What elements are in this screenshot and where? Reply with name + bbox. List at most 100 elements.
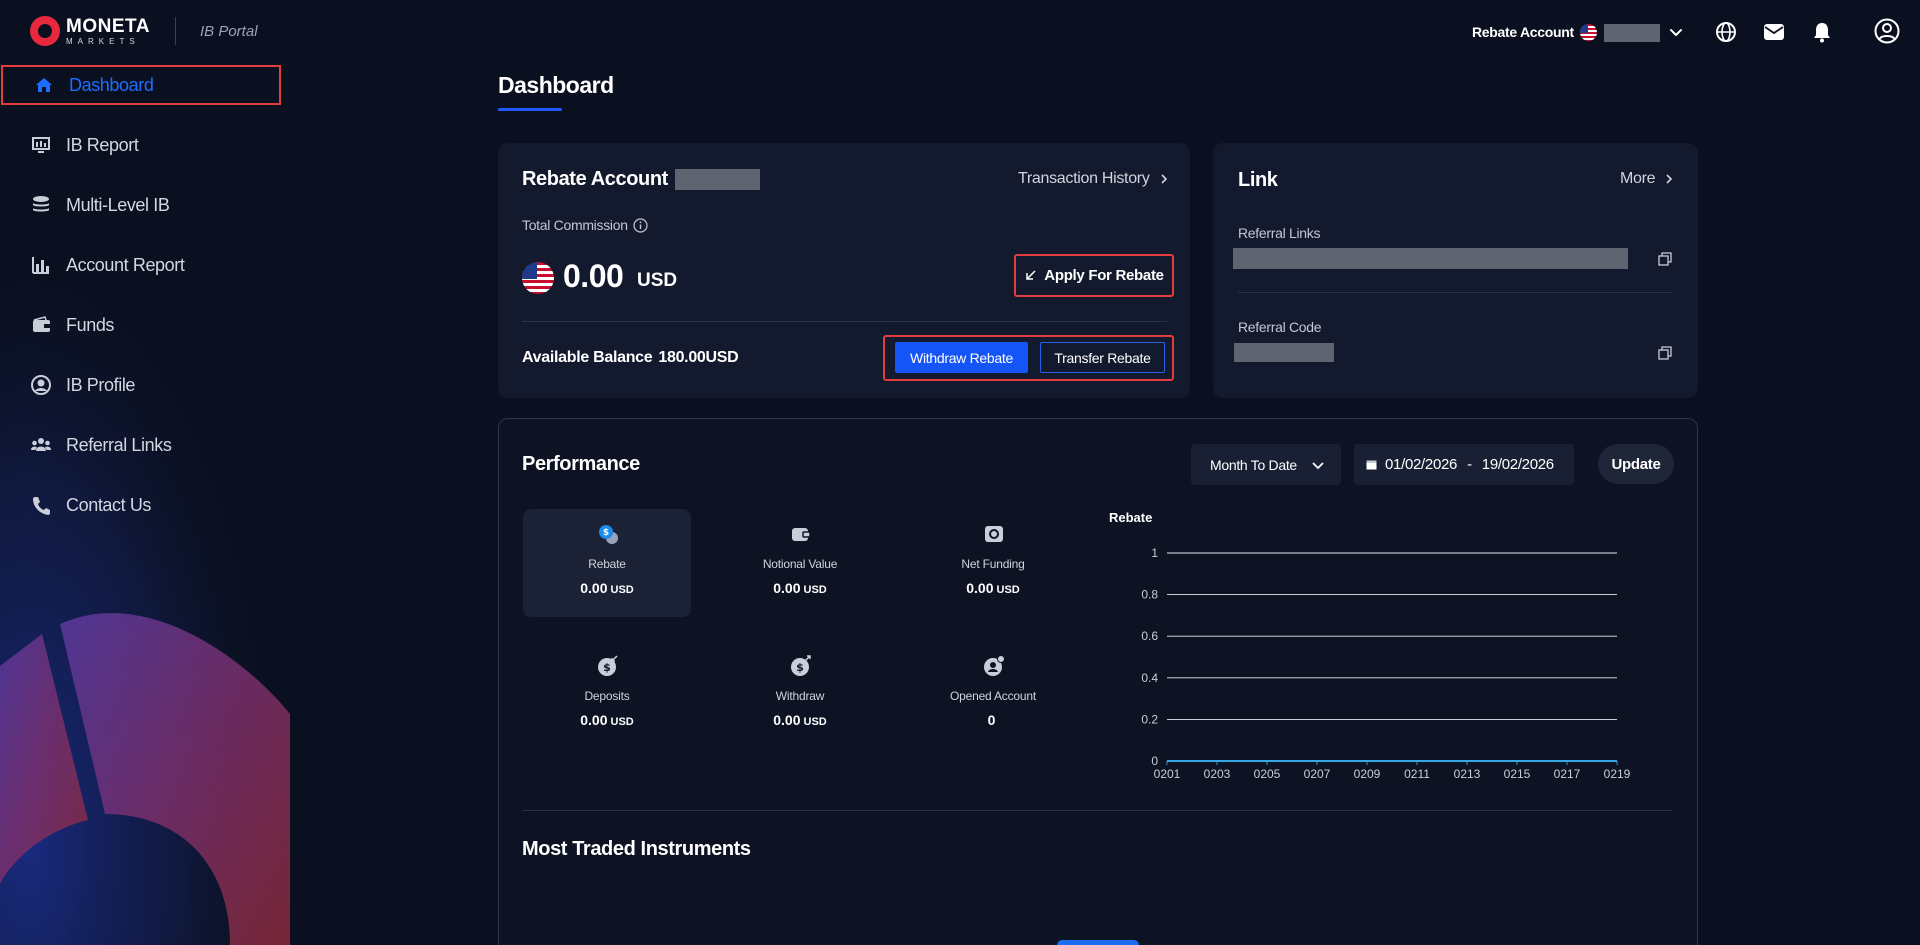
- metric-net-funding[interactable]: Net Funding 0.00 USD: [909, 509, 1077, 617]
- wallet-icon: [33, 316, 50, 332]
- svg-text:$: $: [796, 661, 804, 674]
- sidebar-item-label: Account Report: [66, 254, 185, 275]
- mail-icon[interactable]: [1762, 20, 1786, 44]
- sidebar-item-label: Contact Us: [66, 494, 152, 515]
- transaction-history-label: Transaction History: [1018, 170, 1150, 187]
- chart-y-tick-label: 0.6: [1141, 629, 1158, 643]
- account-number-masked[interactable]: [1604, 24, 1660, 42]
- available-balance: Available Balance 180.00USD: [522, 349, 739, 367]
- chart-x-axis-labels: 0201 0203 0205 0207 0209 0211 0213 0215 0217 0219: [1154, 761, 1630, 781]
- performance-title: Performance: [522, 453, 640, 475]
- chart-y-axis-labels: 0 0.2 0.4 0.6 0.8 1: [1141, 546, 1158, 768]
- info-icon[interactable]: [633, 217, 648, 233]
- rebate-account-number-masked: [675, 169, 760, 190]
- sidebar-item-label: Dashboard: [69, 74, 154, 95]
- chart-x-tick-label: 0217: [1554, 767, 1581, 781]
- period-select[interactable]: Month To Date: [1191, 444, 1341, 485]
- report-icon: [32, 137, 50, 153]
- chart-y-tick-label: 0.8: [1141, 588, 1158, 602]
- metric-notional-value[interactable]: Notional Value 0.00 USD: [716, 509, 884, 617]
- chart-x-tick-label: 0207: [1304, 767, 1331, 781]
- date-range-picker[interactable]: 01/02/2026 - 19/02/2026: [1354, 444, 1574, 485]
- sidebar-item-label: Referral Links: [66, 434, 172, 455]
- sidebar-item-account-report[interactable]: Account Report: [0, 245, 280, 285]
- referral-links-label: Referral Links: [1238, 225, 1321, 241]
- link-more-link[interactable]: More: [1620, 170, 1675, 188]
- sidebar-item-contact-us[interactable]: Contact Us: [0, 485, 280, 525]
- referral-code-label: Referral Code: [1238, 319, 1322, 335]
- svg-text:$: $: [603, 528, 609, 538]
- rebate-line-chart: Rebate 00.20.40.60.81 0201 0203 0205 0207 02…: [1109, 510, 1630, 781]
- sidebar-item-multi-level-ib[interactable]: Multi-Level IB: [0, 185, 280, 225]
- sidebar-item-label: Multi-Level IB: [66, 194, 170, 215]
- chart-x-tick-label: 0211: [1404, 767, 1430, 781]
- referral-code-masked: [1234, 343, 1334, 362]
- metric-withdraw[interactable]: $ Withdraw 0.00 USD: [716, 641, 884, 749]
- transaction-history-link[interactable]: Transaction History: [1018, 170, 1170, 188]
- page-title-underline: [498, 108, 562, 111]
- total-commission-currency: USD: [637, 270, 678, 291]
- us-flag-icon: [522, 262, 554, 294]
- sidebar-item-ib-report[interactable]: IB Report: [0, 125, 280, 165]
- us-flag-icon: [1580, 24, 1597, 41]
- bar-chart-icon: [32, 257, 49, 274]
- opened-account-icon: [984, 655, 1005, 676]
- available-balance-value: 180.00USD: [658, 349, 739, 366]
- metric-rebate[interactable]: $ Rebate 0.00 USD: [523, 509, 691, 617]
- chart-y-tick-label: 0.2: [1141, 712, 1158, 726]
- user-avatar-icon[interactable]: [1874, 18, 1900, 44]
- brand-name: MONETA: [66, 15, 150, 37]
- chevron-right-icon: [1160, 174, 1167, 184]
- chart-x-tick-label: 0213: [1454, 767, 1481, 781]
- account-type-label[interactable]: Rebate Account: [1472, 24, 1574, 40]
- sidebar-item-ib-profile[interactable]: IB Profile: [0, 365, 280, 405]
- chevron-right-icon: [1666, 174, 1673, 184]
- chart-x-tick-label: 0209: [1354, 767, 1381, 781]
- sidebar-item-label: IB Profile: [66, 374, 136, 395]
- rebate-divider: [522, 321, 1167, 322]
- chart-y-tick-label: 0.4: [1141, 671, 1158, 685]
- users-icon: [31, 438, 51, 451]
- update-button[interactable]: Update: [1598, 444, 1674, 484]
- referral-link-masked: [1233, 248, 1628, 269]
- scroll-top-tab[interactable]: [1057, 940, 1139, 945]
- chart-x-tick-label: 0203: [1204, 767, 1231, 781]
- sidebar: Dashboard IB Report Multi-Level IB Accou…: [0, 64, 290, 945]
- logo-icon: [30, 16, 60, 46]
- withdraw-rebate-button[interactable]: Withdraw Rebate: [895, 342, 1028, 373]
- copy-icon[interactable]: [1658, 252, 1672, 266]
- date-to: 19/02/2026: [1481, 456, 1554, 473]
- date-from: 01/02/2026: [1385, 456, 1458, 473]
- phone-icon: [33, 497, 50, 515]
- rebate-account-title: Rebate Account: [522, 168, 668, 190]
- transfer-rebate-button[interactable]: Transfer Rebate: [1040, 342, 1165, 373]
- metric-deposits[interactable]: $ Deposits 0.00 USD: [523, 641, 691, 749]
- svg-text:$: $: [603, 661, 611, 674]
- apply-for-rebate-button[interactable]: Apply For Rebate: [1019, 258, 1169, 292]
- sidebar-item-dashboard[interactable]: Dashboard: [1, 65, 281, 105]
- chevron-down-icon: [1312, 462, 1324, 470]
- top-bar: MONETA MARKETS IB Portal Rebate Account: [0, 0, 1920, 64]
- total-commission-amount: 0.00: [563, 258, 624, 294]
- sidebar-item-funds[interactable]: Funds: [0, 305, 280, 345]
- home-icon: [36, 78, 52, 92]
- chevron-down-icon[interactable]: [1668, 24, 1684, 40]
- link-divider: [1238, 292, 1672, 293]
- most-traded-instruments-title: Most Traded Instruments: [522, 838, 751, 860]
- link-title: Link: [1238, 169, 1278, 191]
- profile-icon: [31, 375, 51, 395]
- sidebar-item-referral-links[interactable]: Referral Links: [0, 425, 280, 465]
- chart-x-tick-label: 0219: [1604, 767, 1630, 781]
- moneta-logo[interactable]: MONETA MARKETS: [30, 16, 150, 46]
- chart-x-tick-label: 0205: [1254, 767, 1281, 781]
- layers-icon: [33, 196, 49, 212]
- sidebar-item-label: Funds: [66, 314, 115, 335]
- notional-wallet-icon: [792, 528, 811, 541]
- deposit-icon: $: [598, 655, 618, 676]
- metric-opened-account[interactable]: Opened Account 0: [909, 641, 1077, 749]
- globe-icon[interactable]: [1714, 20, 1738, 44]
- bell-icon[interactable]: [1810, 20, 1834, 44]
- link-more-label: More: [1620, 170, 1656, 187]
- chart-x-tick-label: 0201: [1154, 767, 1181, 781]
- copy-icon[interactable]: [1658, 346, 1672, 360]
